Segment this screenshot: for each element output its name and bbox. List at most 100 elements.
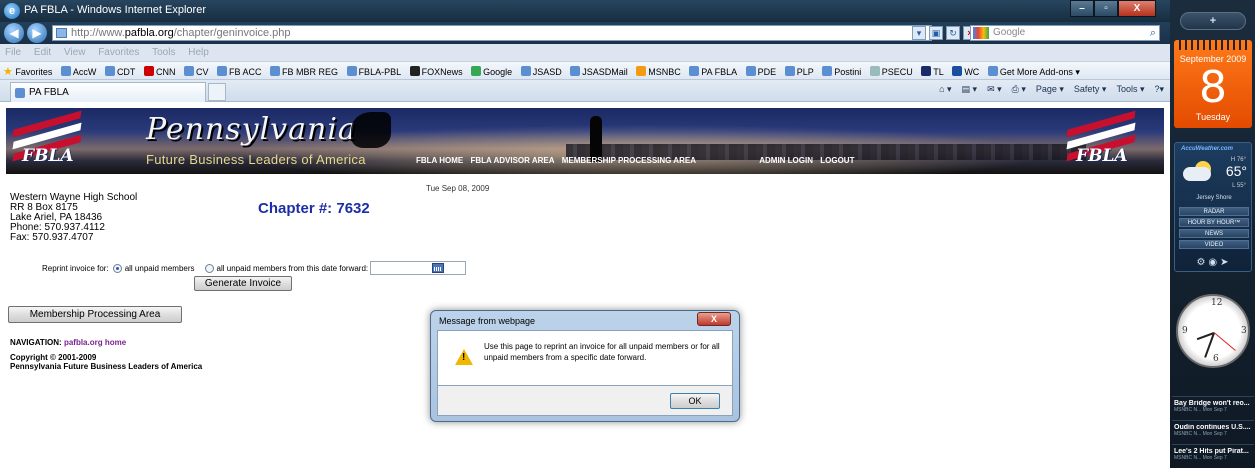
page-icon <box>104 66 115 76</box>
menu-view[interactable]: View <box>59 44 91 58</box>
fav-item-jsasdmail[interactable]: JSASDMail <box>567 63 631 77</box>
pafbla-home-link[interactable]: pafbla.org home <box>64 338 126 347</box>
new-tab-button[interactable] <box>208 83 226 101</box>
refresh-icon[interactable]: ↻ <box>946 26 960 40</box>
fox-icon <box>409 66 420 76</box>
mail-icon[interactable]: ✉ ▾ <box>987 84 1002 95</box>
add-gadget-icon[interactable]: + <box>1210 15 1216 27</box>
favorites-bar: ★ Favorites AccW CDT CNN CV FB ACC FB MB… <box>0 62 1170 80</box>
fav-item-get-more-addons[interactable]: Get More Add-ons ▾ <box>985 63 1083 78</box>
radio-from-date-label[interactable]: all unpaid members from this date forwar… <box>217 264 369 273</box>
fbla-logo-right: FBLA <box>1066 110 1138 168</box>
fav-item-wc[interactable]: WC <box>949 63 982 77</box>
window-title: PA FBLA - Windows Internet Explorer <box>24 4 206 16</box>
fav-item-fb-acc[interactable]: FB ACC <box>214 63 265 77</box>
weather-hour-button[interactable]: HOUR BY HOUR™ <box>1179 218 1249 227</box>
help-icon[interactable]: ?▾ <box>1154 84 1164 95</box>
message-dialog: Message from webpage X Use this page to … <box>430 310 740 422</box>
news-item[interactable]: Bay Bridge won't reo... MSNBC N... Mon S… <box>1172 396 1254 420</box>
fav-item-psecu[interactable]: PSECU <box>867 63 916 77</box>
news-meta: MSNBC N... Mon Sep 7 <box>1174 431 1227 437</box>
fav-item-fb-mbr-reg[interactable]: FB MBR REG <box>267 63 341 77</box>
radio-all-unpaid-label[interactable]: all unpaid members <box>125 264 195 273</box>
fav-item-cnn[interactable]: CNN <box>141 63 179 77</box>
fav-item-pde[interactable]: PDE <box>743 63 780 77</box>
news-meta: MSNBC N... Mon Sep 7 <box>1174 407 1227 413</box>
fav-item-accw[interactable]: AccW <box>58 63 100 77</box>
weather-news-button[interactable]: NEWS <box>1179 229 1249 238</box>
menu-tools[interactable]: Tools <box>147 44 180 58</box>
address-field[interactable]: http://www.pafbla.org/chapter/geninvoice… <box>52 25 932 41</box>
fav-item-tl[interactable]: TL <box>918 63 947 77</box>
minimize-button[interactable]: – <box>1070 0 1094 17</box>
fav-item-fbla-pbl[interactable]: FBLA-PBL <box>344 63 405 77</box>
search-input[interactable]: Google ⌕ <box>970 25 1160 41</box>
page-icon <box>822 66 833 76</box>
address-toolbar: ◀ ▶ http://www.pafbla.org/chapter/geninv… <box>0 22 1170 44</box>
sidebar-controls[interactable]: + <box>1180 12 1246 30</box>
compat-view-icon[interactable]: ▣ <box>929 26 943 40</box>
print-icon[interactable]: ⎙ ▾ <box>1012 84 1026 95</box>
fav-item-cv[interactable]: CV <box>181 63 212 77</box>
back-button[interactable]: ◀ <box>4 23 24 43</box>
fav-item-postini[interactable]: Postini <box>819 63 864 77</box>
nav-admin-login[interactable]: ADMIN LOGIN <box>759 156 813 165</box>
menu-bar: File Edit View Favorites Tools Help <box>0 44 1170 62</box>
menu-edit[interactable]: Edit <box>29 44 56 58</box>
fav-item-jsasd[interactable]: JSASD <box>518 63 565 77</box>
tab-label: PA FBLA <box>29 87 69 98</box>
favorites-button[interactable]: ★ Favorites <box>0 62 55 78</box>
page-icon <box>570 66 581 76</box>
page-menu[interactable]: Page ▾ <box>1036 84 1064 95</box>
ok-button[interactable]: OK <box>670 393 720 409</box>
radio-from-date[interactable] <box>204 263 214 273</box>
membership-processing-area-button[interactable]: Membership Processing Area <box>8 306 182 323</box>
close-window-button[interactable]: X <box>1118 0 1156 17</box>
nav-logout[interactable]: LOGOUT <box>820 156 854 165</box>
calendar-gadget[interactable]: September 2009 8 Tuesday <box>1174 40 1252 128</box>
dialog-close-button[interactable]: X <box>697 312 731 326</box>
weather-low: L 55° <box>1232 183 1246 189</box>
calendar-icon[interactable] <box>432 263 444 273</box>
generate-invoice-button[interactable]: Generate Invoice <box>194 276 292 291</box>
title-bar[interactable]: e PA FBLA - Windows Internet Explorer – … <box>0 0 1170 22</box>
nav-membership-processing-area[interactable]: MEMBERSHIP PROCESSING AREA <box>562 156 696 165</box>
news-item[interactable]: Oudin continues U.S.... MSNBC N... Mon S… <box>1172 420 1254 444</box>
radio-all-unpaid[interactable] <box>112 263 122 273</box>
dropdown-icon[interactable]: ▾ <box>912 26 926 40</box>
menu-favorites[interactable]: Favorites <box>93 44 144 58</box>
search-icon[interactable]: ⌕ <box>1150 26 1156 40</box>
tools-menu[interactable]: Tools ▾ <box>1116 84 1144 95</box>
menu-file[interactable]: File <box>0 44 26 58</box>
url-domain: pafbla.org <box>124 27 174 39</box>
forward-button[interactable]: ▶ <box>27 23 47 43</box>
fav-item-google[interactable]: Google <box>468 63 515 77</box>
clock-gadget[interactable]: 12 3 6 9 <box>1176 294 1250 368</box>
fav-item-cdt[interactable]: CDT <box>102 63 139 77</box>
school-address: Western Wayne High School RR 8 Box 8175 … <box>10 193 137 243</box>
reprint-label: Reprint invoice for: <box>42 263 109 273</box>
nav-fbla-home[interactable]: FBLA HOME <box>416 156 463 165</box>
weather-radar-button[interactable]: RADAR <box>1179 207 1249 216</box>
fav-item-msnbc[interactable]: MSNBC <box>633 63 684 77</box>
tab-pa-fbla[interactable]: PA FBLA <box>10 82 206 102</box>
weather-gadget[interactable]: AccuWeather.com H 76° 65° L 55° Jersey S… <box>1174 142 1252 272</box>
feeds-icon[interactable]: ▤ ▾ <box>962 84 978 95</box>
news-headline: Bay Bridge won't reo... <box>1174 400 1250 407</box>
cloud-icon <box>1183 167 1211 181</box>
gadget-tools-icon[interactable]: ⚙◉➤ <box>1175 257 1253 268</box>
fav-item-foxnews[interactable]: FOXNews <box>407 63 466 77</box>
maximize-button[interactable]: ▫ <box>1094 0 1118 17</box>
home-icon[interactable]: ⌂ ▾ <box>939 84 951 95</box>
date-input[interactable] <box>370 261 467 275</box>
fav-item-plp[interactable]: PLP <box>782 63 817 77</box>
weather-video-button[interactable]: VIDEO <box>1179 240 1249 249</box>
menu-help[interactable]: Help <box>183 44 214 58</box>
fav-item-pa-fbla[interactable]: PA FBLA <box>686 63 740 77</box>
nav-fbla-advisor-area[interactable]: FBLA ADVISOR AREA <box>471 156 555 165</box>
safety-menu[interactable]: Safety ▾ <box>1074 84 1107 95</box>
page-icon <box>745 66 756 76</box>
favorites-label: Favorites <box>15 67 53 77</box>
calendar-day: 8 <box>1199 62 1227 113</box>
news-item[interactable]: Lee's 2 Hits put Pirat... MSNBC N... Mon… <box>1172 444 1254 468</box>
